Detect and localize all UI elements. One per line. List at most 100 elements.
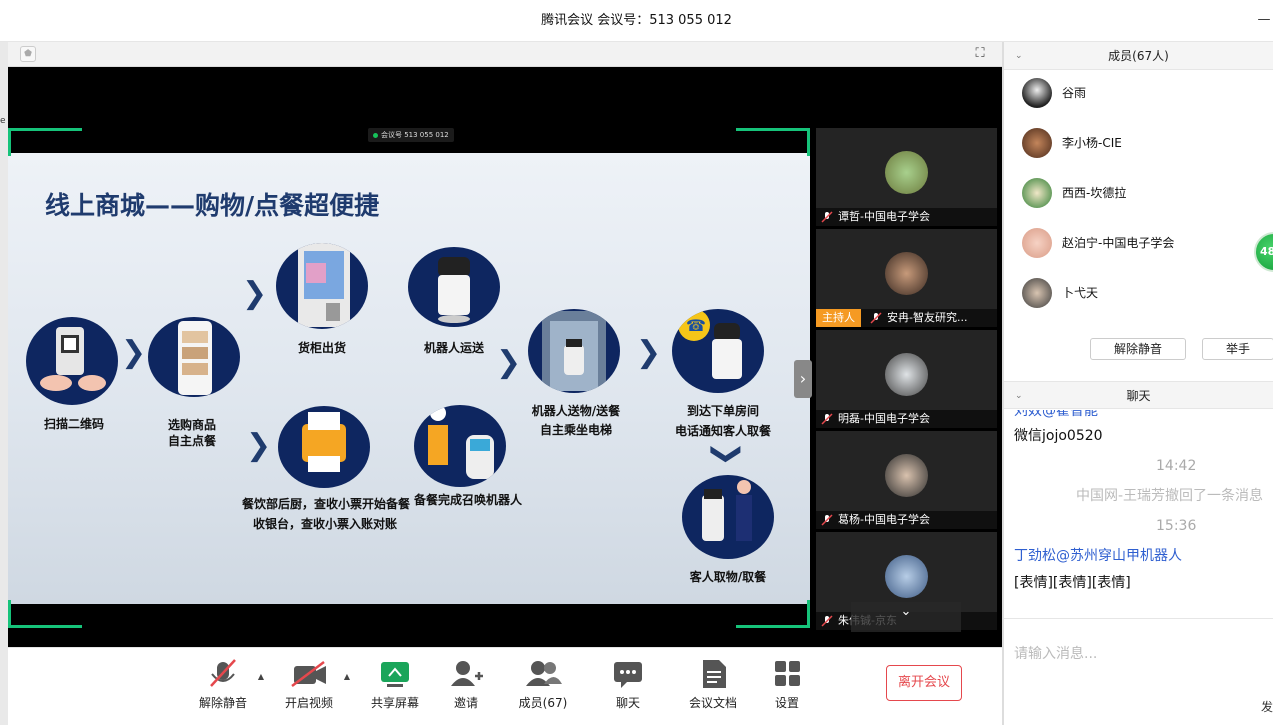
chat-message: 微信jojo0520 (1014, 428, 1103, 444)
live-dot-icon (373, 132, 378, 138)
minimize-button[interactable]: — (1257, 0, 1271, 42)
chat-timestamp: 15:36 (1156, 518, 1197, 534)
step-cabinet-label: 货柜出货 (297, 341, 346, 355)
participant-tile[interactable]: 主持人 安冉-智友研究... (816, 229, 997, 327)
arrow-icon: ❯ (496, 345, 522, 380)
chat-button[interactable]: 聊天 (593, 658, 663, 711)
arrow-icon: ❯ (636, 335, 662, 370)
svg-text:☎: ☎ (686, 316, 706, 335)
member-item[interactable]: 卜弋天 (1004, 268, 1273, 318)
start-video-label: 开启视频 (284, 696, 333, 710)
mic-muted-icon (821, 413, 833, 425)
chat-message: [表情][表情][表情] (1014, 575, 1131, 591)
presentation-slide: 线上商城——购物/点餐超便捷 扫描二维码 ❯ 选购商品 自主点餐 ❯ ❯ 货柜出… (8, 153, 810, 604)
chat-sender[interactable]: 丁劲松@苏州穿山甲机器人 (1014, 545, 1182, 565)
meeting-badge-text: 会议号 513 055 012 (381, 131, 449, 139)
member-item[interactable]: 赵泊宁-中国电子学会 (1004, 218, 1273, 268)
avatar (1022, 78, 1052, 108)
arrow-icon: ❯ (246, 428, 272, 463)
chat-messages: 刘奴@翟智能 微信jojo0520 14:42 中国网-王瑞芳撤回了一条消息 1… (1004, 410, 1273, 618)
chat-panel-header[interactable]: ⌄ 聊天 (1004, 381, 1273, 409)
step-kitchen-l2: 收银台，查收小票入账对账 (252, 517, 397, 531)
shield-icon[interactable]: ⬟ (20, 46, 36, 62)
unmute-self-button[interactable]: 解除静音 (1090, 338, 1186, 360)
participant-name: 葛杨-中国电子学会 (838, 513, 930, 526)
avatar (1022, 278, 1052, 308)
participant-tile[interactable]: 葛杨-中国电子学会 (816, 431, 997, 529)
meeting-docs-button[interactable]: 会议文档 (678, 658, 748, 711)
window-titlebar: 腾讯会议 会议号：513 055 012 — (0, 0, 1273, 42)
step-guest-label: 客人取物/取餐 (689, 570, 767, 584)
meeting-docs-label: 会议文档 (688, 696, 737, 710)
participant-tile[interactable]: 明磊-中国电子学会 (816, 330, 997, 428)
collapse-icon[interactable]: ⌄ (1015, 382, 1023, 410)
chat-input[interactable]: 请输入消息... 发 (1004, 618, 1273, 725)
invite-label: 邀请 (453, 696, 478, 710)
member-item[interactable]: 西西-坎德拉 (1004, 168, 1273, 218)
window-title: 腾讯会议 会议号：513 055 012 (541, 13, 732, 28)
member-name: 赵泊宁-中国电子学会 (1062, 236, 1175, 250)
step-kitchen-l1: 餐饮部后厨，查收小票开始备餐 (242, 497, 411, 511)
avatar (885, 555, 928, 598)
side-panel: ⌄ 成员(67人) 谷雨 李小杨-CIE 西西-坎德拉 赵泊宁-中国电子学会 卜… (1004, 42, 1273, 725)
avatar (885, 252, 928, 295)
member-item[interactable]: 李小杨-CIE (1004, 118, 1273, 168)
send-button[interactable]: 发 (1261, 698, 1273, 715)
share-frame-corner (8, 600, 82, 628)
unmute-options-caret[interactable]: ▲ (258, 672, 264, 681)
participant-name: 谭哲-中国电子学会 (838, 210, 930, 223)
robot-delivery-icon (408, 247, 500, 327)
share-frame-corner (8, 128, 82, 156)
document-icon (703, 660, 726, 688)
left-window-edge: e (0, 42, 8, 725)
participant-name: 明磊-中国电子学会 (838, 412, 930, 425)
member-name: 李小杨-CIE (1062, 136, 1122, 150)
settings-button[interactable]: 设置 (752, 658, 822, 711)
phone-robot-icon: ☎ (672, 309, 764, 393)
meeting-id-badge: 会议号 513 055 012 (368, 128, 454, 142)
step-arrive-l1: 到达下单房间 (686, 404, 759, 418)
video-options-caret[interactable]: ▲ (344, 672, 350, 681)
chat-sender[interactable]: 刘奴@翟智能 (1014, 410, 1098, 420)
fullscreen-icon[interactable]: ⛶ (972, 46, 988, 62)
participant-name-bar: 主持人 安冉-智友研究... (816, 309, 997, 327)
unmute-button[interactable]: ▲ 解除静音 (188, 658, 264, 711)
settings-grid-icon (775, 661, 800, 686)
guest-pickup-icon (682, 475, 774, 559)
participant-tiles: 谭哲-中国电子学会 主持人 安冉-智友研究... 明磊-中国电子学会 葛杨-中国电… (816, 128, 997, 638)
members-panel-header[interactable]: ⌄ 成员(67人) (1004, 42, 1273, 70)
mic-muted-icon (821, 514, 833, 526)
share-frame-corner (736, 600, 810, 628)
collapse-icon[interactable]: ⌄ (1015, 42, 1023, 70)
participant-tile[interactable]: 谭哲-中国电子学会 (816, 128, 997, 226)
raise-hand-button[interactable]: 举手 (1202, 338, 1273, 360)
video-off-icon (291, 661, 326, 687)
avatar (1022, 228, 1052, 258)
settings-label: 设置 (774, 696, 799, 710)
invite-button[interactable]: 邀请 (431, 658, 501, 711)
step-elevator-l2: 自主乘坐电梯 (539, 423, 612, 437)
member-item[interactable]: 谷雨 (1004, 68, 1273, 118)
arrow-icon: ❯ (242, 276, 268, 311)
tiles-scroll-down-button[interactable]: ⌄ (851, 602, 961, 632)
leave-meeting-button[interactable]: 离开会议 (886, 665, 962, 701)
mic-muted-icon (821, 615, 833, 627)
share-screen-button[interactable]: 共享屏幕 (360, 658, 430, 711)
chat-input-placeholder: 请输入消息... (1014, 646, 1098, 662)
mic-muted-icon (821, 211, 833, 223)
member-name: 卜弋天 (1062, 286, 1099, 300)
share-screen-icon (381, 662, 409, 687)
chat-timestamp: 14:42 (1156, 458, 1197, 474)
arrow-icon: ❯ (121, 335, 147, 370)
unmute-label: 解除静音 (198, 696, 247, 710)
next-tiles-button[interactable]: › (794, 360, 812, 398)
step-select-l2: 自主点餐 (167, 434, 216, 448)
host-badge: 主持人 (816, 309, 861, 327)
invite-icon (451, 661, 483, 686)
printer-icon (278, 406, 370, 488)
participant-name-bar: 明磊-中国电子学会 (816, 410, 997, 428)
members-button[interactable]: 成员(67) (508, 658, 578, 711)
start-video-button[interactable]: ▲ 开启视频 (274, 658, 350, 711)
step-scan-label: 扫描二维码 (43, 417, 104, 431)
avatar (885, 454, 928, 497)
